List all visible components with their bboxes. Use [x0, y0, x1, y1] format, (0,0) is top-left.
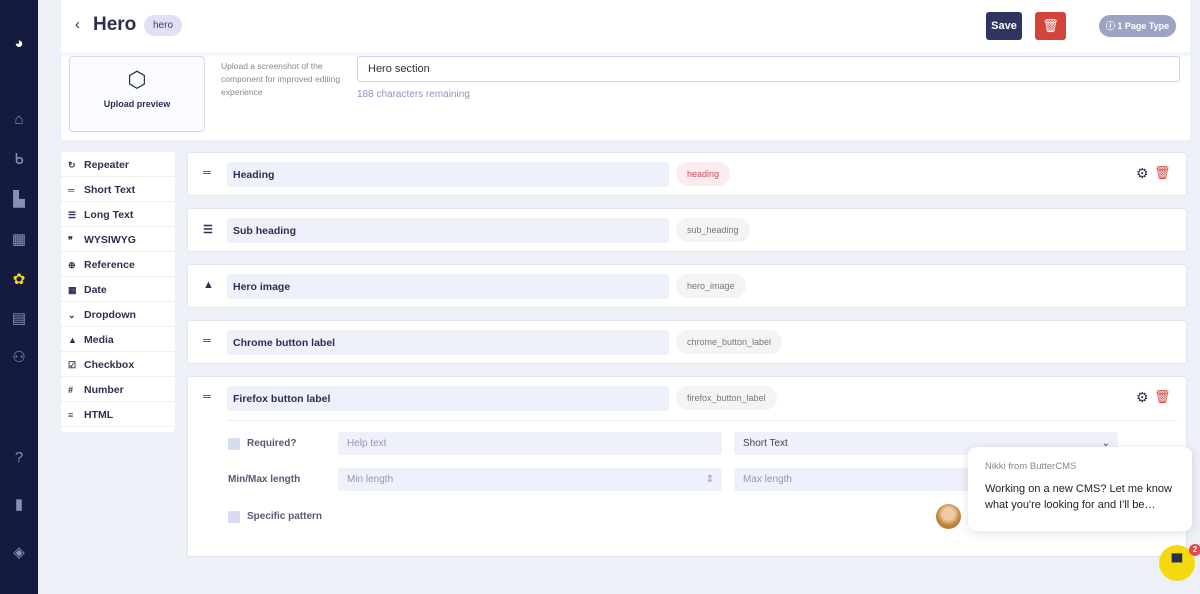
upload-preview-button[interactable]: ⬡ Upload preview [69, 56, 205, 132]
trash-icon[interactable]: 🗑 [1154, 165, 1171, 181]
avatar [936, 504, 961, 529]
field-types-panel: ↻ Repeater ═ Short Text ☰ Long Text ❞ WYSIWYG ⊕ R… [61, 152, 175, 432]
field-key-badge: firefox_button_label [676, 386, 777, 410]
minmax-label: Min/Max length [228, 474, 301, 485]
page-type-badge[interactable]: ⓘ 1 Page Type [1099, 15, 1176, 37]
field-type-repeater[interactable]: ↻ Repeater [61, 152, 175, 177]
field-type-icon: ▦ [68, 285, 77, 295]
components-icon[interactable]: ✿ [0, 270, 38, 288]
field-key-badge: chrome_button_label [676, 330, 783, 354]
field-key-badge: hero_image [676, 274, 746, 298]
field-type-icon: ⊕ [68, 260, 76, 270]
slug-badge: hero [144, 15, 183, 36]
field-type-html[interactable]: ≡ HTML [61, 402, 175, 427]
drag-handle-icon[interactable]: ▲ [203, 279, 214, 291]
help-icon[interactable]: ? [0, 449, 38, 466]
required-checkbox[interactable] [228, 438, 240, 450]
description-input[interactable]: Hero section [357, 56, 1180, 82]
chat-text: Working on a new CMS? Let me know what y… [985, 483, 1172, 511]
delete-button[interactable]: 🗑 [1035, 12, 1066, 40]
field-type-date[interactable]: ▦ Date [61, 277, 175, 302]
save-button[interactable]: Save [986, 12, 1022, 40]
help-text-input[interactable]: Help text [338, 432, 722, 455]
chat-badge: 2 [1189, 544, 1200, 556]
required-label: Required? [247, 438, 297, 449]
field-card: ═ Chrome button label chrome_button_labe… [187, 320, 1187, 364]
min-length-input[interactable]: Min length ⇕ [338, 468, 722, 491]
chat-message[interactable]: Nikki from ButterCMS Working on a new CM… [968, 447, 1192, 531]
users-icon[interactable]: ⚇ [0, 348, 38, 366]
field-card: ═ Heading heading ⚙ 🗑 [187, 152, 1187, 196]
docs-icon[interactable]: ▮ [0, 495, 38, 513]
field-type-checkbox[interactable]: ☑ Checkbox [61, 352, 175, 377]
upload-hint: Upload a screenshot of the component for… [221, 61, 341, 97]
field-key-badge: sub_heading [676, 218, 750, 242]
upload-label: Upload preview [103, 99, 171, 109]
layers-icon[interactable]: ◈ [0, 543, 38, 561]
back-icon[interactable]: ‹ [75, 16, 80, 33]
stepper-icon[interactable]: ⇕ [706, 474, 714, 485]
gear-icon[interactable]: ⚙ [1136, 165, 1149, 182]
drag-handle-icon[interactable]: ═ [203, 335, 211, 347]
upload-section: ⬡ Upload preview Upload a screenshot of … [61, 52, 1190, 140]
field-card: ▲ Hero image hero_image [187, 264, 1187, 308]
field-name-input[interactable]: Firefox button label [227, 386, 669, 411]
field-type-icon: ☰ [68, 210, 77, 220]
chat-icon: ▀ [1171, 554, 1183, 571]
drag-handle-icon[interactable]: ═ [203, 391, 211, 403]
field-type-icon: # [68, 385, 74, 395]
field-type-wysiwyg[interactable]: ❞ WYSIWYG [61, 227, 175, 252]
field-type-icon: ❞ [68, 235, 73, 245]
info-icon: ⓘ [1105, 21, 1118, 31]
sidebar: ◕ ⌂ ᑲ ▙ ▦ ✿ ▤ ⚇ ? ▮ ◈ [0, 0, 38, 594]
upload-icon: ⬡ [127, 67, 147, 92]
pattern-checkbox[interactable] [228, 511, 240, 523]
field-type-icon: ▲ [68, 335, 77, 345]
field-card: ☰ Sub heading sub_heading [187, 208, 1187, 252]
page-title: Hero [93, 14, 137, 35]
header: ‹ Hero hero Save 🗑 ⓘ 1 Page Type [61, 0, 1190, 52]
field-type-reference[interactable]: ⊕ Reference [61, 252, 175, 277]
field-type-icon: ≡ [68, 410, 74, 420]
drag-handle-icon[interactable]: ☰ [203, 223, 213, 236]
blog-icon[interactable]: ᑲ [0, 150, 38, 168]
pattern-label: Specific pattern [247, 511, 323, 522]
field-type-media[interactable]: ▲ Media [61, 327, 175, 352]
trash-icon: 🗑 [1042, 18, 1059, 33]
field-key-badge: heading [676, 162, 731, 186]
characters-remaining: 188 characters remaining [357, 89, 470, 100]
field-name-input[interactable]: Heading [227, 162, 669, 187]
field-type-icon: ═ [68, 185, 75, 195]
chat-sender: Nikki from ButterCMS [985, 461, 1077, 472]
field-type-number[interactable]: # Number [61, 377, 175, 402]
field-name-input[interactable]: Sub heading [227, 218, 669, 243]
media-icon[interactable]: ▤ [0, 309, 38, 327]
trash-icon[interactable]: 🗑 [1154, 389, 1171, 405]
field-type-dropdown[interactable]: ⌄ Dropdown [61, 302, 175, 327]
gear-icon[interactable]: ⚙ [1136, 389, 1149, 406]
logo-icon[interactable]: ◕ [0, 35, 38, 52]
divider [227, 420, 1177, 421]
drag-handle-icon[interactable]: ═ [203, 167, 211, 179]
field-type-icon: ⌄ [68, 310, 76, 320]
field-type-short-text[interactable]: ═ Short Text [61, 177, 175, 202]
field-name-input[interactable]: Chrome button label [227, 330, 669, 355]
home-icon[interactable]: ⌂ [0, 111, 38, 128]
field-type-icon: ☑ [68, 360, 77, 370]
field-type-icon: ↻ [68, 160, 76, 170]
pages-icon[interactable]: ▙ [0, 190, 38, 208]
field-name-input[interactable]: Hero image [227, 274, 669, 299]
collections-icon[interactable]: ▦ [0, 230, 38, 248]
field-type-long-text[interactable]: ☰ Long Text [61, 202, 175, 227]
